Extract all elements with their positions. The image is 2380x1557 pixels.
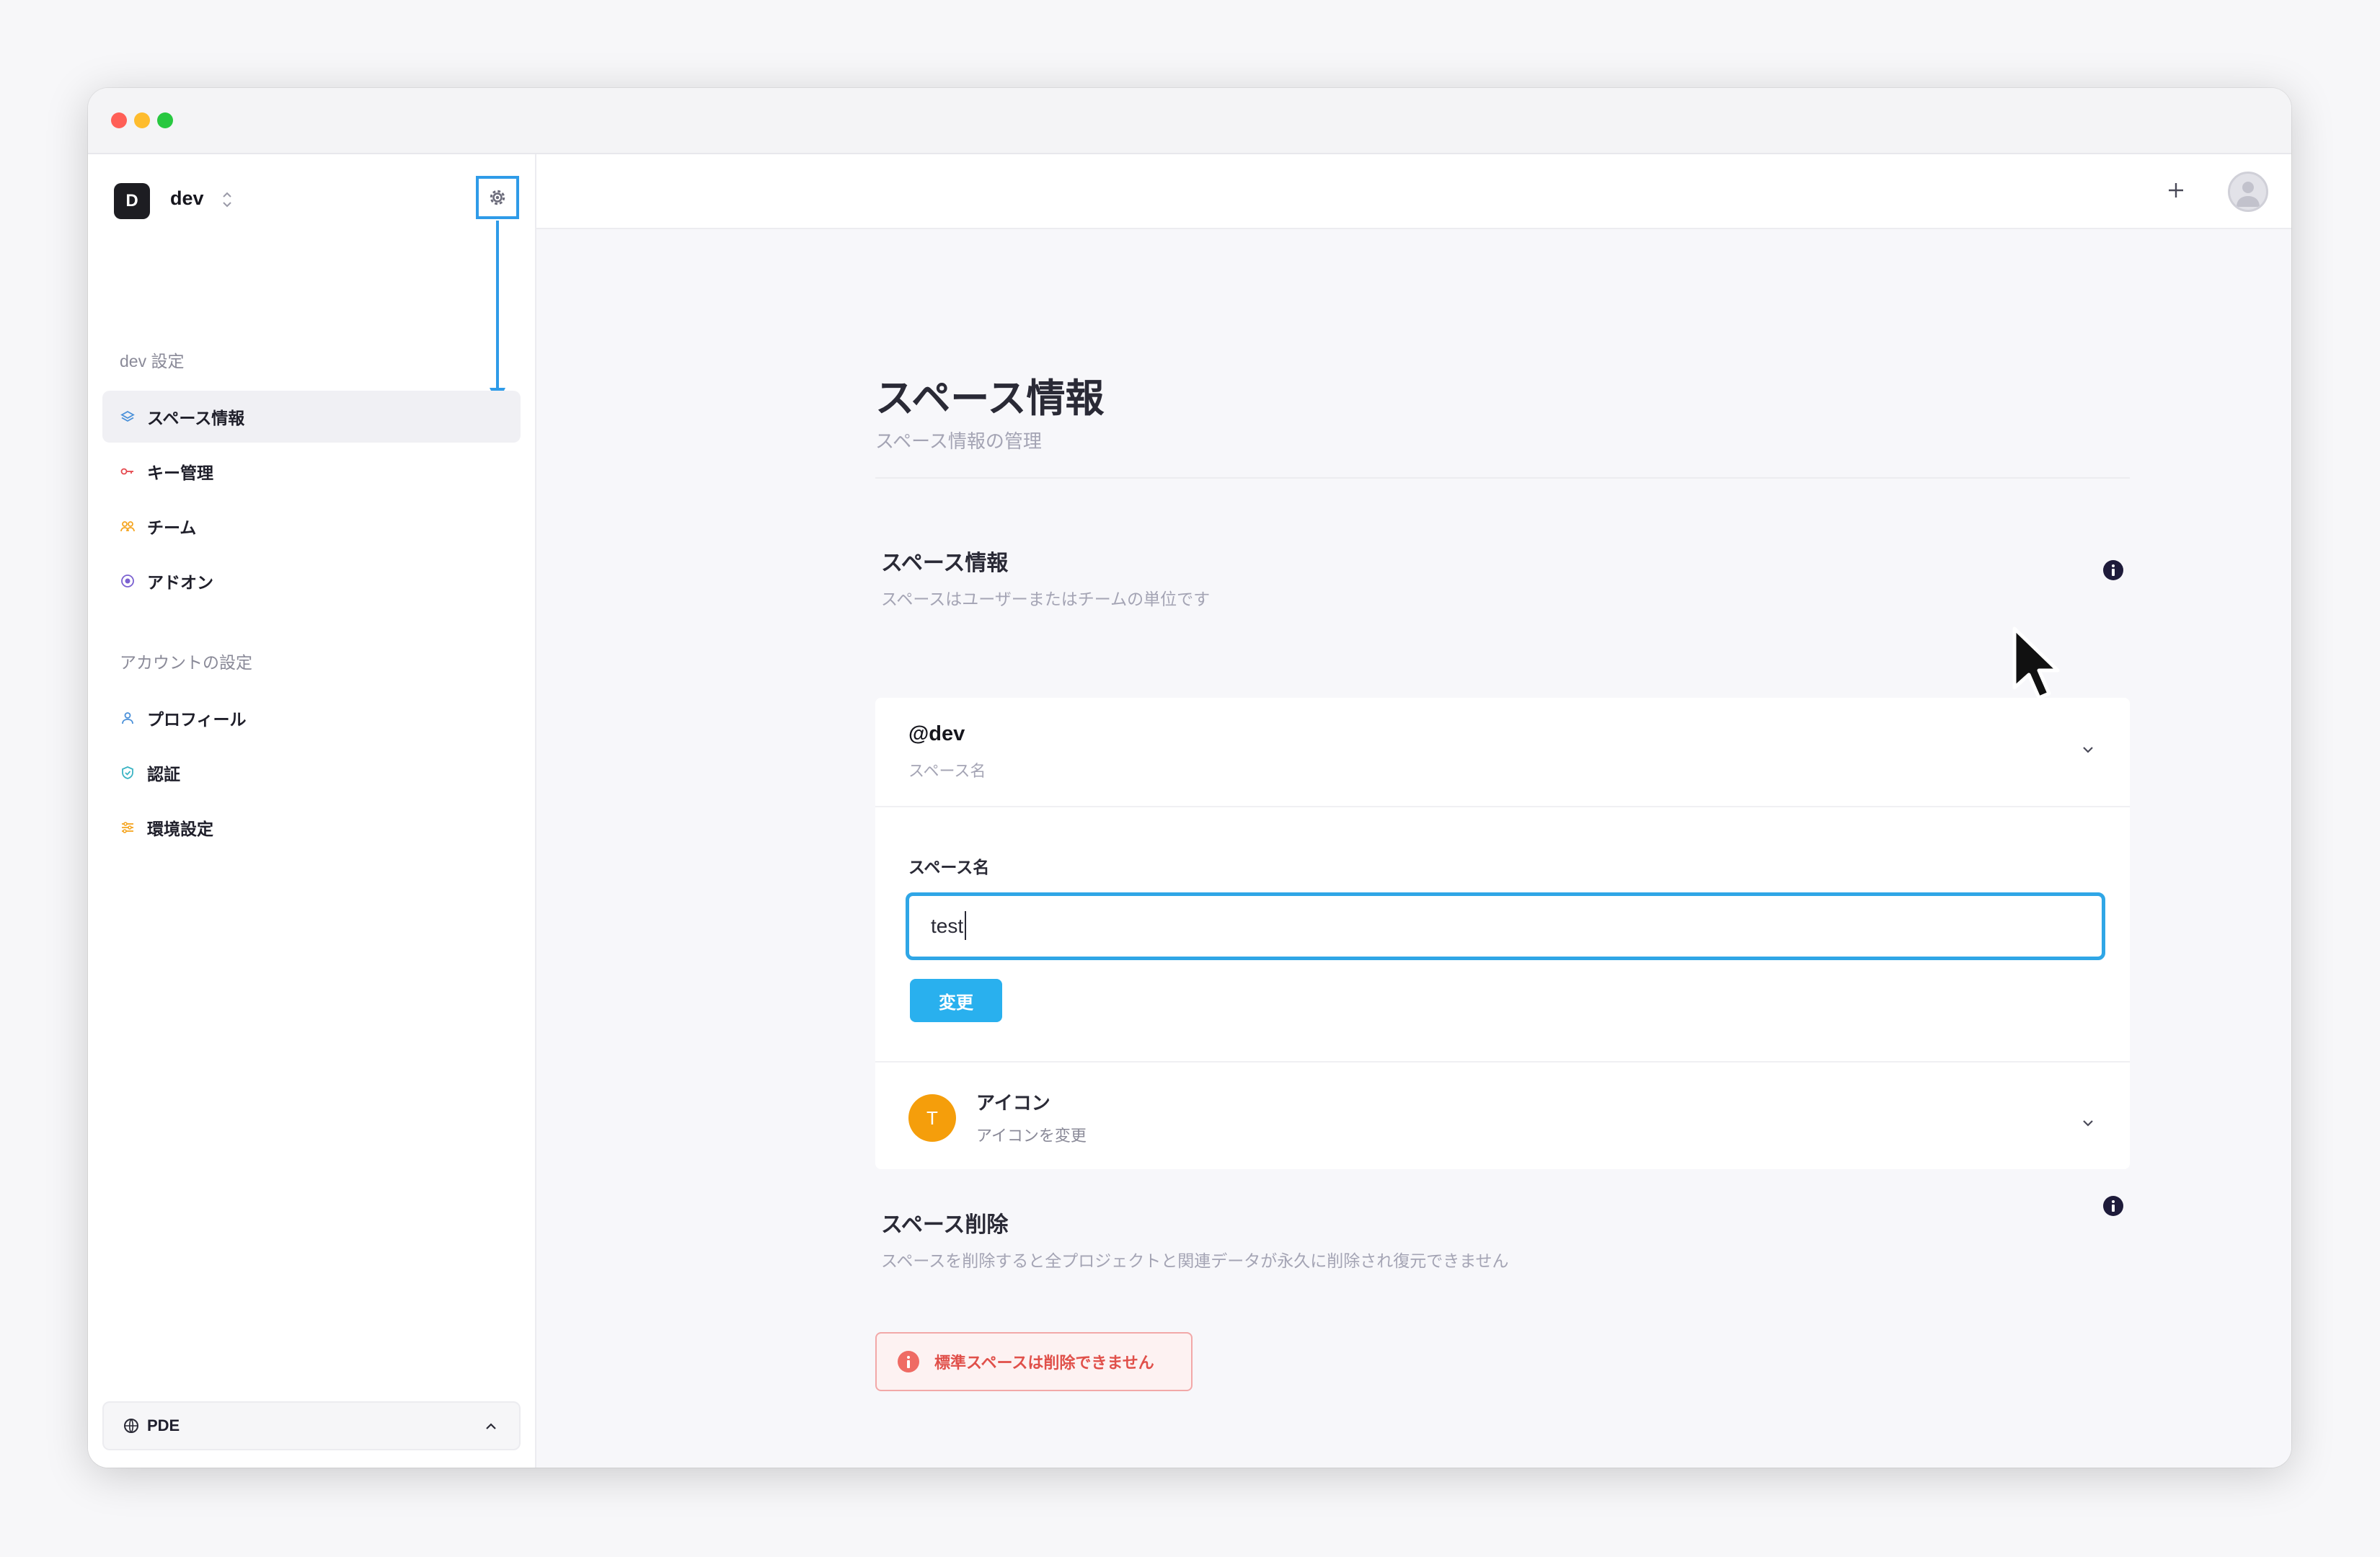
space-name-field-label: スペース名 — [908, 859, 990, 877]
section-label-account: アカウントの設定 — [120, 653, 252, 672]
globe-icon — [124, 1419, 138, 1433]
workspace-footer[interactable]: PDE — [102, 1401, 521, 1450]
page-subtitle: スペース情報の管理 — [875, 431, 1042, 453]
team-icon — [117, 515, 138, 537]
addon-icon — [117, 570, 138, 592]
plus-icon[interactable] — [2162, 176, 2190, 205]
gear-icon — [490, 190, 505, 205]
text-caret — [965, 911, 966, 940]
delete-warning-text: 標準スペースは削除できません — [934, 1354, 1154, 1372]
change-button[interactable]: 変更 — [910, 979, 1002, 1022]
sidebar-item-label: 認証 — [147, 766, 180, 784]
sidebar-item-label: スペース情報 — [147, 409, 245, 428]
sidebar-item-label: 環境設定 — [147, 820, 213, 839]
maximize-window-button[interactable] — [157, 112, 173, 128]
chevron-down-icon[interactable] — [2079, 1114, 2097, 1132]
info-icon[interactable] — [2102, 559, 2124, 581]
sliders-icon — [117, 817, 138, 838]
sidebar-item-key-management[interactable]: キー管理 — [102, 445, 521, 497]
divider — [875, 477, 2130, 479]
user-icon — [117, 707, 138, 729]
top-bar — [536, 154, 2291, 229]
delete-warning-alert: 標準スペースは削除できません — [875, 1332, 1193, 1391]
shield-icon — [117, 762, 138, 784]
sidebar-item-preferences[interactable]: 環境設定 — [102, 802, 521, 853]
chevron-down-icon[interactable] — [2079, 741, 2097, 758]
sidebar-item-label: チーム — [147, 519, 197, 538]
chevron-up-icon[interactable] — [483, 1419, 499, 1434]
sidebar-item-profile[interactable]: プロフィール — [102, 692, 521, 744]
card-divider — [875, 1061, 2130, 1063]
space-handle: @dev — [908, 722, 965, 745]
space-name-input[interactable] — [906, 892, 2105, 960]
sidebar-item-auth[interactable]: 認証 — [102, 747, 521, 799]
space-icon-avatar: T — [908, 1094, 956, 1142]
sidebar-item-label: プロフィール — [147, 711, 247, 729]
info-icon[interactable] — [2102, 1195, 2124, 1217]
annotation-arrow-line — [496, 221, 499, 394]
settings-button[interactable] — [476, 176, 519, 219]
space-avatar[interactable]: D — [114, 183, 150, 219]
sidebar: D dev dev 設定 スペース情報 キー管理 チーム アドオン アカウントの… — [88, 154, 536, 1468]
chevron-updown-icon[interactable] — [219, 189, 235, 210]
card-divider — [875, 806, 2130, 807]
space-handle-caption: スペース名 — [908, 763, 986, 781]
minimize-window-button[interactable] — [134, 112, 150, 128]
icon-setting-title: アイコン — [976, 1093, 1050, 1114]
workspace-footer-label: PDE — [147, 1416, 180, 1434]
user-avatar[interactable] — [2228, 172, 2268, 212]
space-info-section-title: スペース情報 — [881, 551, 1009, 576]
space-info-card: @dev スペース名 スペース名 変更 T アイコン アイコンを変更 — [875, 698, 2130, 1169]
space-info-section-description: スペースはユーザーまたはチームの単位です — [881, 590, 1211, 609]
delete-section-description: スペースを削除すると全プロジェクトと関連データが永久に削除され復元できません — [881, 1252, 1509, 1271]
delete-section-title: スペース削除 — [881, 1212, 1009, 1238]
sidebar-item-addons[interactable]: アドオン — [102, 555, 521, 607]
sidebar-item-space-info[interactable]: スペース情報 — [102, 391, 521, 443]
page-title: スペース情報 — [875, 376, 1105, 421]
avatar-user-icon — [2237, 182, 2260, 207]
close-window-button[interactable] — [111, 112, 127, 128]
main-content: スペース情報 スペース情報の管理 スペース情報 スペースはユーザーまたはチームの… — [536, 229, 2291, 1468]
mouse-pointer-icon — [2012, 626, 2060, 700]
title-bar — [88, 88, 2291, 154]
alert-info-icon — [898, 1351, 919, 1372]
sidebar-item-team[interactable]: チーム — [102, 500, 521, 552]
space-switcher-name[interactable]: dev — [170, 187, 204, 210]
sidebar-item-label: アドオン — [147, 574, 213, 593]
key-icon — [117, 461, 138, 482]
icon-setting-subtitle: アイコンを変更 — [976, 1127, 1087, 1145]
sidebar-item-label: キー管理 — [147, 464, 213, 483]
section-label-space: dev 設定 — [120, 352, 185, 371]
app-window: D dev dev 設定 スペース情報 キー管理 チーム アドオン アカウントの… — [88, 88, 2291, 1468]
layers-icon — [117, 406, 138, 427]
